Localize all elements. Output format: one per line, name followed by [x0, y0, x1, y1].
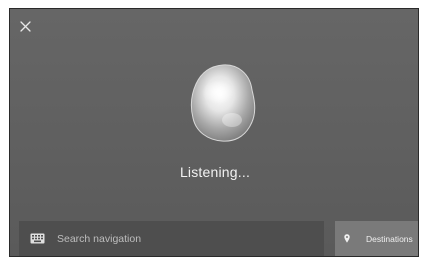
listening-status: Listening...: [179, 164, 251, 180]
search-placeholder: Search navigation: [57, 232, 142, 245]
destinations-button[interactable]: Destinations: [335, 221, 418, 256]
location-pin-icon: [344, 234, 350, 243]
voice-orb-icon: [190, 64, 256, 142]
close-icon: [19, 20, 31, 32]
search-navigation-input[interactable]: Search navigation: [19, 221, 324, 256]
voice-assistant-screen: Listening... Search navigation Destinati…: [9, 8, 419, 257]
keyboard-icon: [30, 233, 45, 244]
destinations-label: Destinations: [366, 233, 413, 244]
close-button[interactable]: [17, 18, 33, 34]
